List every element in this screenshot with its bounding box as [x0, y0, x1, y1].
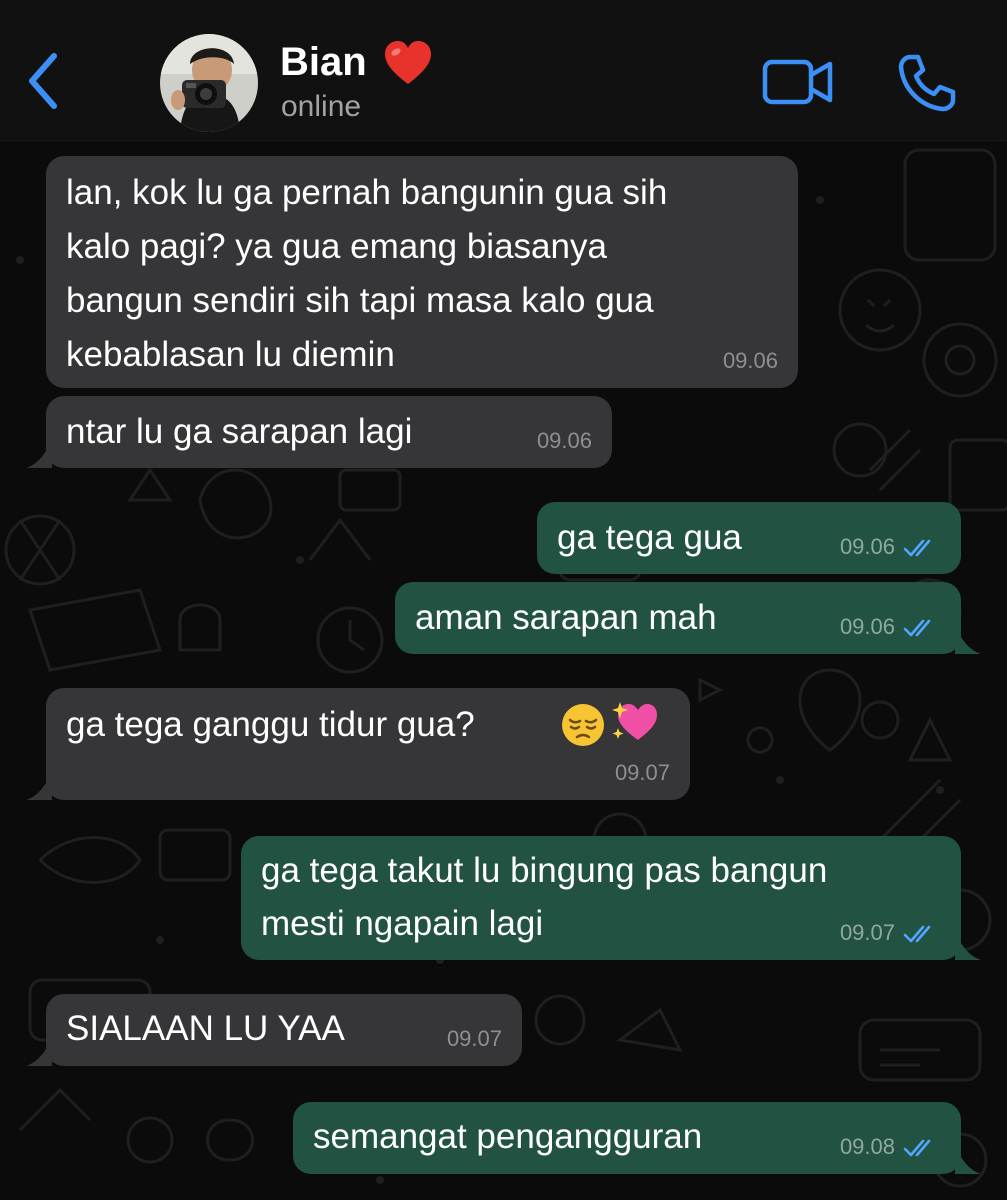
video-call-button[interactable] [762, 56, 834, 108]
avatar-photo [160, 34, 258, 132]
message-time: 09.07 [614, 760, 670, 785]
contact-avatar[interactable] [160, 34, 258, 132]
chat-header: Bian online [0, 0, 1007, 141]
message-bubble-incoming[interactable]: ga tega ganggu tidur gua? 09.07 [26, 688, 690, 800]
message-time: 09.07 [446, 1026, 502, 1051]
message-time: 09.06 [839, 614, 895, 639]
message-text-line: mesti ngapain lagi [261, 904, 544, 943]
message-bubble-outgoing[interactable]: ga tega takut lu bingung pas bangun mest… [241, 836, 981, 960]
chevron-left-icon [29, 53, 57, 109]
message-bubble-incoming[interactable]: SIALAAN LU YAA 09.07 [26, 994, 522, 1066]
contact-status: online [281, 90, 362, 123]
message-bubble-outgoing[interactable]: ga tega gua 09.06 [537, 502, 961, 574]
message-time: 09.06 [839, 534, 895, 559]
phone-icon [898, 54, 956, 112]
pensive-face-icon [562, 704, 604, 746]
message-text-line: ga tega takut lu bingung pas bangun [261, 851, 828, 890]
double-check-icon [903, 1139, 931, 1157]
double-check-icon [903, 539, 931, 557]
double-check-icon [903, 925, 931, 943]
red-heart-icon [385, 41, 431, 84]
bubble-tail [26, 438, 52, 468]
message-text-line: SIALAAN LU YAA [66, 1009, 345, 1048]
message-text-line: kalo pagi? ya gua emang biasanya [66, 227, 607, 266]
voice-call-button[interactable] [896, 52, 958, 114]
bubble-tail [955, 1144, 981, 1174]
message-time: 09.07 [839, 920, 895, 945]
contact-name[interactable]: Bian [280, 40, 367, 85]
bubble-tail [955, 624, 981, 654]
message-time: 09.06 [722, 348, 778, 373]
message-text-line: ntar lu ga sarapan lagi [66, 412, 413, 451]
message-time: 09.06 [536, 428, 592, 453]
double-check-icon [903, 619, 931, 637]
message-bubble-outgoing[interactable]: semangat pengangguran 09.08 [293, 1102, 981, 1174]
message-text-line: kebablasan lu diemin [66, 335, 395, 374]
message-text-line: semangat pengangguran [313, 1117, 703, 1156]
message-text-line: bangun sendiri sih tapi masa kalo gua [66, 281, 654, 320]
bubble-tail [955, 930, 981, 960]
message-bubble-outgoing[interactable]: aman sarapan mah 09.06 [395, 582, 981, 654]
message-time: 09.08 [839, 1134, 895, 1159]
message-text-line: ga tega gua [557, 518, 742, 557]
message-bubble-incoming[interactable]: lan, kok lu ga pernah bangunin gua sih k… [46, 156, 798, 388]
video-camera-icon [762, 59, 833, 105]
message-text-line: lan, kok lu ga pernah bangunin gua sih [66, 173, 668, 212]
message-text-line: ga tega ganggu tidur gua? [66, 705, 475, 744]
bubble-tail [26, 1036, 52, 1066]
sparkling-heart-icon [612, 702, 657, 740]
back-button[interactable] [22, 46, 66, 116]
message-text-line: aman sarapan mah [415, 598, 717, 637]
message-bubble-incoming[interactable]: ntar lu ga sarapan lagi 09.06 [26, 396, 612, 468]
bubble-tail [26, 770, 52, 800]
